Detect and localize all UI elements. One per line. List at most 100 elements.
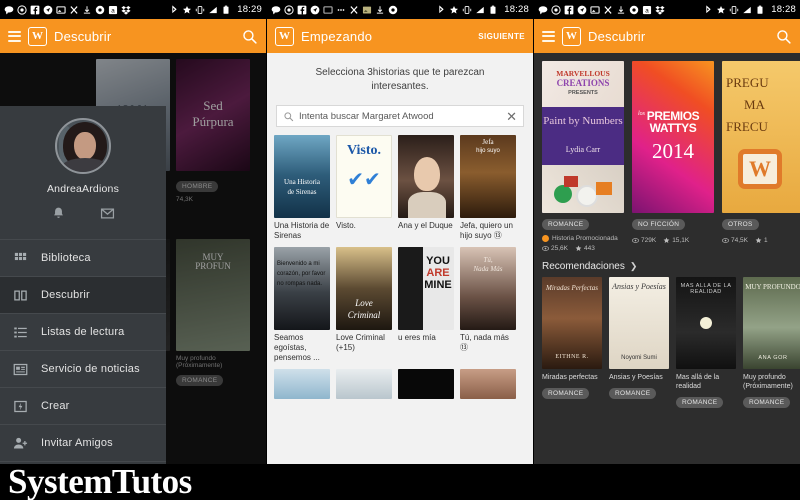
status-time: 18:28 — [504, 4, 529, 15]
sidebar-item-descubrir[interactable]: Descubrir — [0, 277, 166, 314]
battery-icon — [490, 5, 496, 14]
search-icon[interactable] — [241, 28, 258, 45]
dots-icon — [337, 8, 345, 11]
sidebar-item-listas-de-lectura[interactable]: Listas de lectura — [0, 314, 166, 351]
book-cover: MAS ALLA DE LA REALIDAD — [676, 277, 736, 369]
mail-icon[interactable] — [100, 206, 115, 221]
book-stats: 74,3K — [176, 196, 193, 203]
votes-stat: 1 — [755, 237, 768, 244]
status-time: 18:29 — [237, 4, 262, 15]
cover-line3: PRESENTS — [568, 90, 598, 96]
avatar[interactable] — [55, 118, 111, 174]
book-cover: Una Historia de Sirenas — [274, 135, 330, 218]
vibrate-icon — [730, 5, 739, 14]
cover-line3: WATTYS — [649, 121, 697, 135]
close-icon[interactable]: ✕ — [506, 110, 517, 123]
background-book-card[interactable]: Sed Púrpura HOMBRE 74,3K — [176, 59, 250, 203]
sidebar-item-invitar-amigos[interactable]: Invitar Amigos — [0, 425, 166, 462]
story-pick[interactable]: Jefa hijo suyo Jefa, quiero un hijo suyo… — [460, 135, 516, 241]
star-icon — [450, 5, 459, 13]
sidebar-item-biblioteca[interactable]: Biblioteca — [0, 240, 166, 277]
reads-stat: 74,5K — [722, 237, 748, 244]
eye-icon — [632, 238, 639, 243]
search-input[interactable]: Intenta buscar Margaret Atwood ✕ — [276, 105, 524, 127]
story-pick[interactable] — [336, 369, 392, 399]
genre-badge: ROMANCE — [743, 397, 791, 408]
hamburger-icon[interactable] — [8, 30, 21, 42]
story-pick[interactable]: Bienvenido a mi corazón, por favor no ro… — [274, 247, 330, 363]
image-icon — [362, 6, 372, 13]
cover-author: EITHNE R. — [555, 354, 589, 360]
recommendation-card[interactable]: MUY PROFUNDO ANA GOR Muy profundo (Próxi… — [743, 277, 800, 409]
next-button[interactable]: SIGUIENTE — [478, 32, 525, 41]
featured-card[interactable]: los PREMIOS WATTYS 2014 NO FICCIÓN 729K … — [632, 61, 714, 252]
cover-title: MAS ALLA DE LA REALIDAD — [680, 283, 732, 295]
star-icon — [663, 237, 670, 243]
svg-text:a: a — [111, 7, 115, 14]
book-title: Muy profundo (Próximamente) — [176, 355, 223, 369]
action-bar-title: Empezando — [301, 28, 373, 44]
featured-card[interactable]: PREGU MA FRECU W OTROS 74,5K 1 — [722, 61, 800, 252]
story-pick[interactable]: Tú, Nada Más Tú, nada más ⑬ — [460, 247, 516, 363]
book-cover: Bienvenido a mi corazón, por favor no ro… — [274, 247, 330, 330]
search-icon[interactable] — [775, 28, 792, 45]
status-bar-right: a 18:28 — [534, 0, 800, 19]
book-cover: MUY PROFUNDO ANA GOR — [743, 277, 800, 369]
navigation-icon — [310, 5, 320, 14]
featured-card[interactable]: MARVELLOUS CREATIONS PRESENTS Paint by N… — [542, 61, 624, 252]
story-pick[interactable] — [274, 369, 330, 399]
status-bar-mid: 18:28 — [267, 0, 533, 19]
recommendation-card[interactable]: Ansias y Poesías Noyomi Sumi Ansias y Po… — [609, 277, 669, 409]
cover-title: Miradas Perfectas — [546, 284, 598, 292]
sidebar-item-servicio-de-noticias[interactable]: Servicio de noticias — [0, 351, 166, 388]
svg-text:a: a — [645, 7, 649, 14]
gallery-icon — [590, 5, 600, 14]
story-pick[interactable]: Una Historia de Sirenas Una Historia de … — [274, 135, 330, 241]
story-pick[interactable] — [398, 369, 454, 399]
genre-badge: ROMANCE — [609, 388, 657, 399]
story-pick[interactable]: YOU ARE MINE u eres mía — [398, 247, 454, 363]
reads-stat: 729K — [632, 237, 656, 244]
gallery-icon — [56, 5, 66, 14]
battery-icon — [757, 5, 763, 14]
star-icon — [575, 245, 582, 251]
story-pick[interactable]: Ana y el Duque — [398, 135, 454, 241]
book-cover: Tú, Nada Más — [460, 247, 516, 330]
promoted-icon — [542, 235, 549, 242]
story-title: Una Historia de Sirenas — [274, 221, 330, 240]
create-icon — [14, 400, 27, 412]
cover-line1: PREGU — [726, 75, 769, 90]
story-pick[interactable]: Love Criminal Love Criminal (+15) — [336, 247, 392, 363]
book-stats: 25,6K 443 — [542, 245, 624, 252]
background-book-card[interactable]: MUY PROFUN Muy profundo (Próximamente) RO… — [176, 239, 250, 387]
cover-line1: MARVELLOUS — [556, 69, 610, 78]
download-icon — [617, 5, 625, 14]
watermark: SystemTutos — [8, 462, 192, 500]
recommendation-card[interactable]: Miradas Perfectas EITHNE R. Miradas perf… — [542, 277, 602, 409]
signal-icon — [209, 6, 217, 13]
section-header[interactable]: Recomendaciones ❯ — [534, 252, 800, 277]
recommendation-card[interactable]: MAS ALLA DE LA REALIDAD Mas allá de la r… — [676, 277, 736, 409]
navigation-icon — [43, 5, 53, 14]
story-pick[interactable] — [460, 369, 516, 399]
facebook-icon — [297, 5, 307, 14]
book-title: Muy profundo (Próximamente) — [743, 374, 793, 390]
cover-author: ANA GOR — [758, 355, 788, 361]
genre-badge: ROMANCE — [676, 397, 724, 408]
sync-x-icon — [70, 5, 78, 14]
votes-stat: 15,1K — [663, 237, 689, 244]
sidebar-item-crear[interactable]: Crear — [0, 388, 166, 425]
genre-badge: HOMBRE — [176, 181, 219, 192]
bell-icon[interactable] — [51, 206, 66, 221]
promoted-label-row: Historia Promocionada — [542, 235, 624, 242]
story-pick[interactable]: Visto. ✔✔ Visto. — [336, 135, 392, 241]
phone-panel-left: a 18:29 W Descubrir Sed Púrpura HOMBRE 7… — [0, 0, 266, 500]
app-badge-icon: a — [108, 5, 118, 14]
book-cover: PREGU MA FRECU W — [722, 61, 800, 213]
profile-header[interactable]: AndreaArdions — [0, 106, 166, 229]
hamburger-icon[interactable] — [542, 30, 555, 42]
action-bar-mid: W Empezando SIGUIENTE — [267, 19, 533, 53]
gallery-icon — [323, 5, 333, 14]
chrome-icon — [388, 5, 398, 14]
chrome-icon — [95, 5, 105, 14]
